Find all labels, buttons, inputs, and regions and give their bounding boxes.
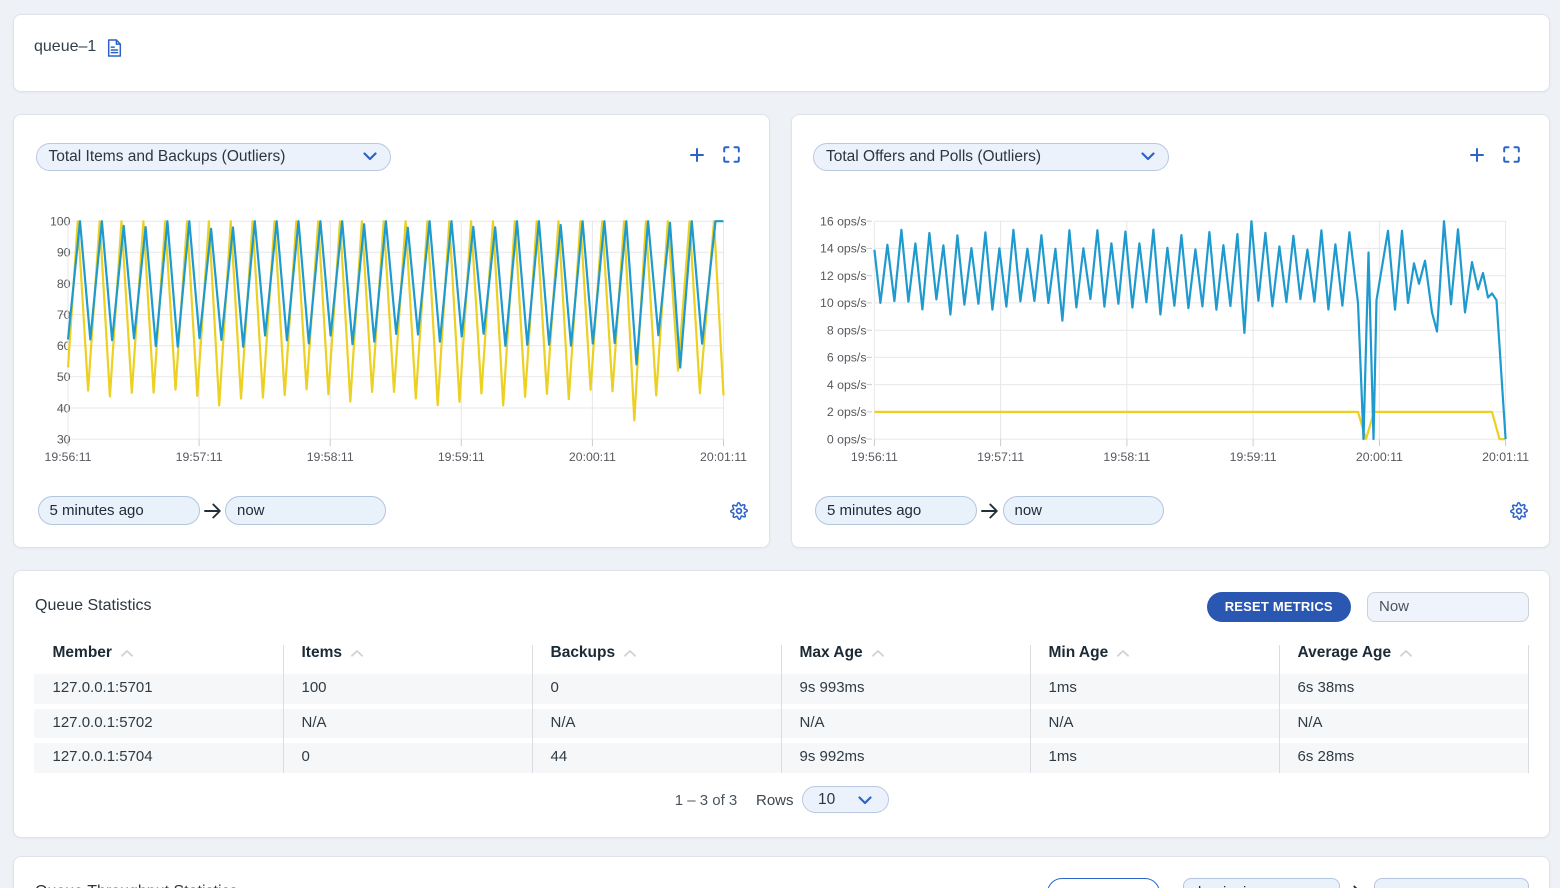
svg-text:20:01:11: 20:01:11 bbox=[700, 450, 747, 464]
svg-text:19:56:11: 19:56:11 bbox=[850, 450, 897, 464]
svg-text:80: 80 bbox=[57, 277, 71, 291]
svg-text:14 ops/s: 14 ops/s bbox=[820, 242, 867, 256]
svg-text:70: 70 bbox=[57, 308, 71, 322]
svg-text:20:00:11: 20:00:11 bbox=[569, 450, 616, 464]
svg-text:19:59:11: 19:59:11 bbox=[1229, 450, 1276, 464]
svg-text:8 ops/s: 8 ops/s bbox=[826, 324, 866, 338]
svg-text:20:00:11: 20:00:11 bbox=[1355, 450, 1402, 464]
svg-text:40: 40 bbox=[57, 401, 71, 415]
svg-text:10 ops/s: 10 ops/s bbox=[820, 296, 867, 310]
svg-text:19:58:11: 19:58:11 bbox=[307, 450, 354, 464]
svg-text:2 ops/s: 2 ops/s bbox=[826, 405, 866, 419]
svg-text:6 ops/s: 6 ops/s bbox=[826, 351, 866, 365]
svg-text:4 ops/s: 4 ops/s bbox=[826, 378, 866, 392]
svg-text:50: 50 bbox=[57, 370, 71, 384]
svg-text:90: 90 bbox=[57, 246, 71, 260]
svg-text:19:57:11: 19:57:11 bbox=[176, 450, 223, 464]
svg-text:19:57:11: 19:57:11 bbox=[977, 450, 1024, 464]
svg-text:12 ops/s: 12 ops/s bbox=[820, 269, 867, 283]
svg-text:19:58:11: 19:58:11 bbox=[1103, 450, 1150, 464]
svg-text:20:01:11: 20:01:11 bbox=[1482, 450, 1529, 464]
svg-text:0 ops/s: 0 ops/s bbox=[826, 432, 866, 446]
svg-text:19:59:11: 19:59:11 bbox=[438, 450, 485, 464]
svg-text:19:56:11: 19:56:11 bbox=[45, 450, 92, 464]
svg-text:30: 30 bbox=[57, 432, 71, 446]
svg-text:16 ops/s: 16 ops/s bbox=[820, 215, 867, 229]
